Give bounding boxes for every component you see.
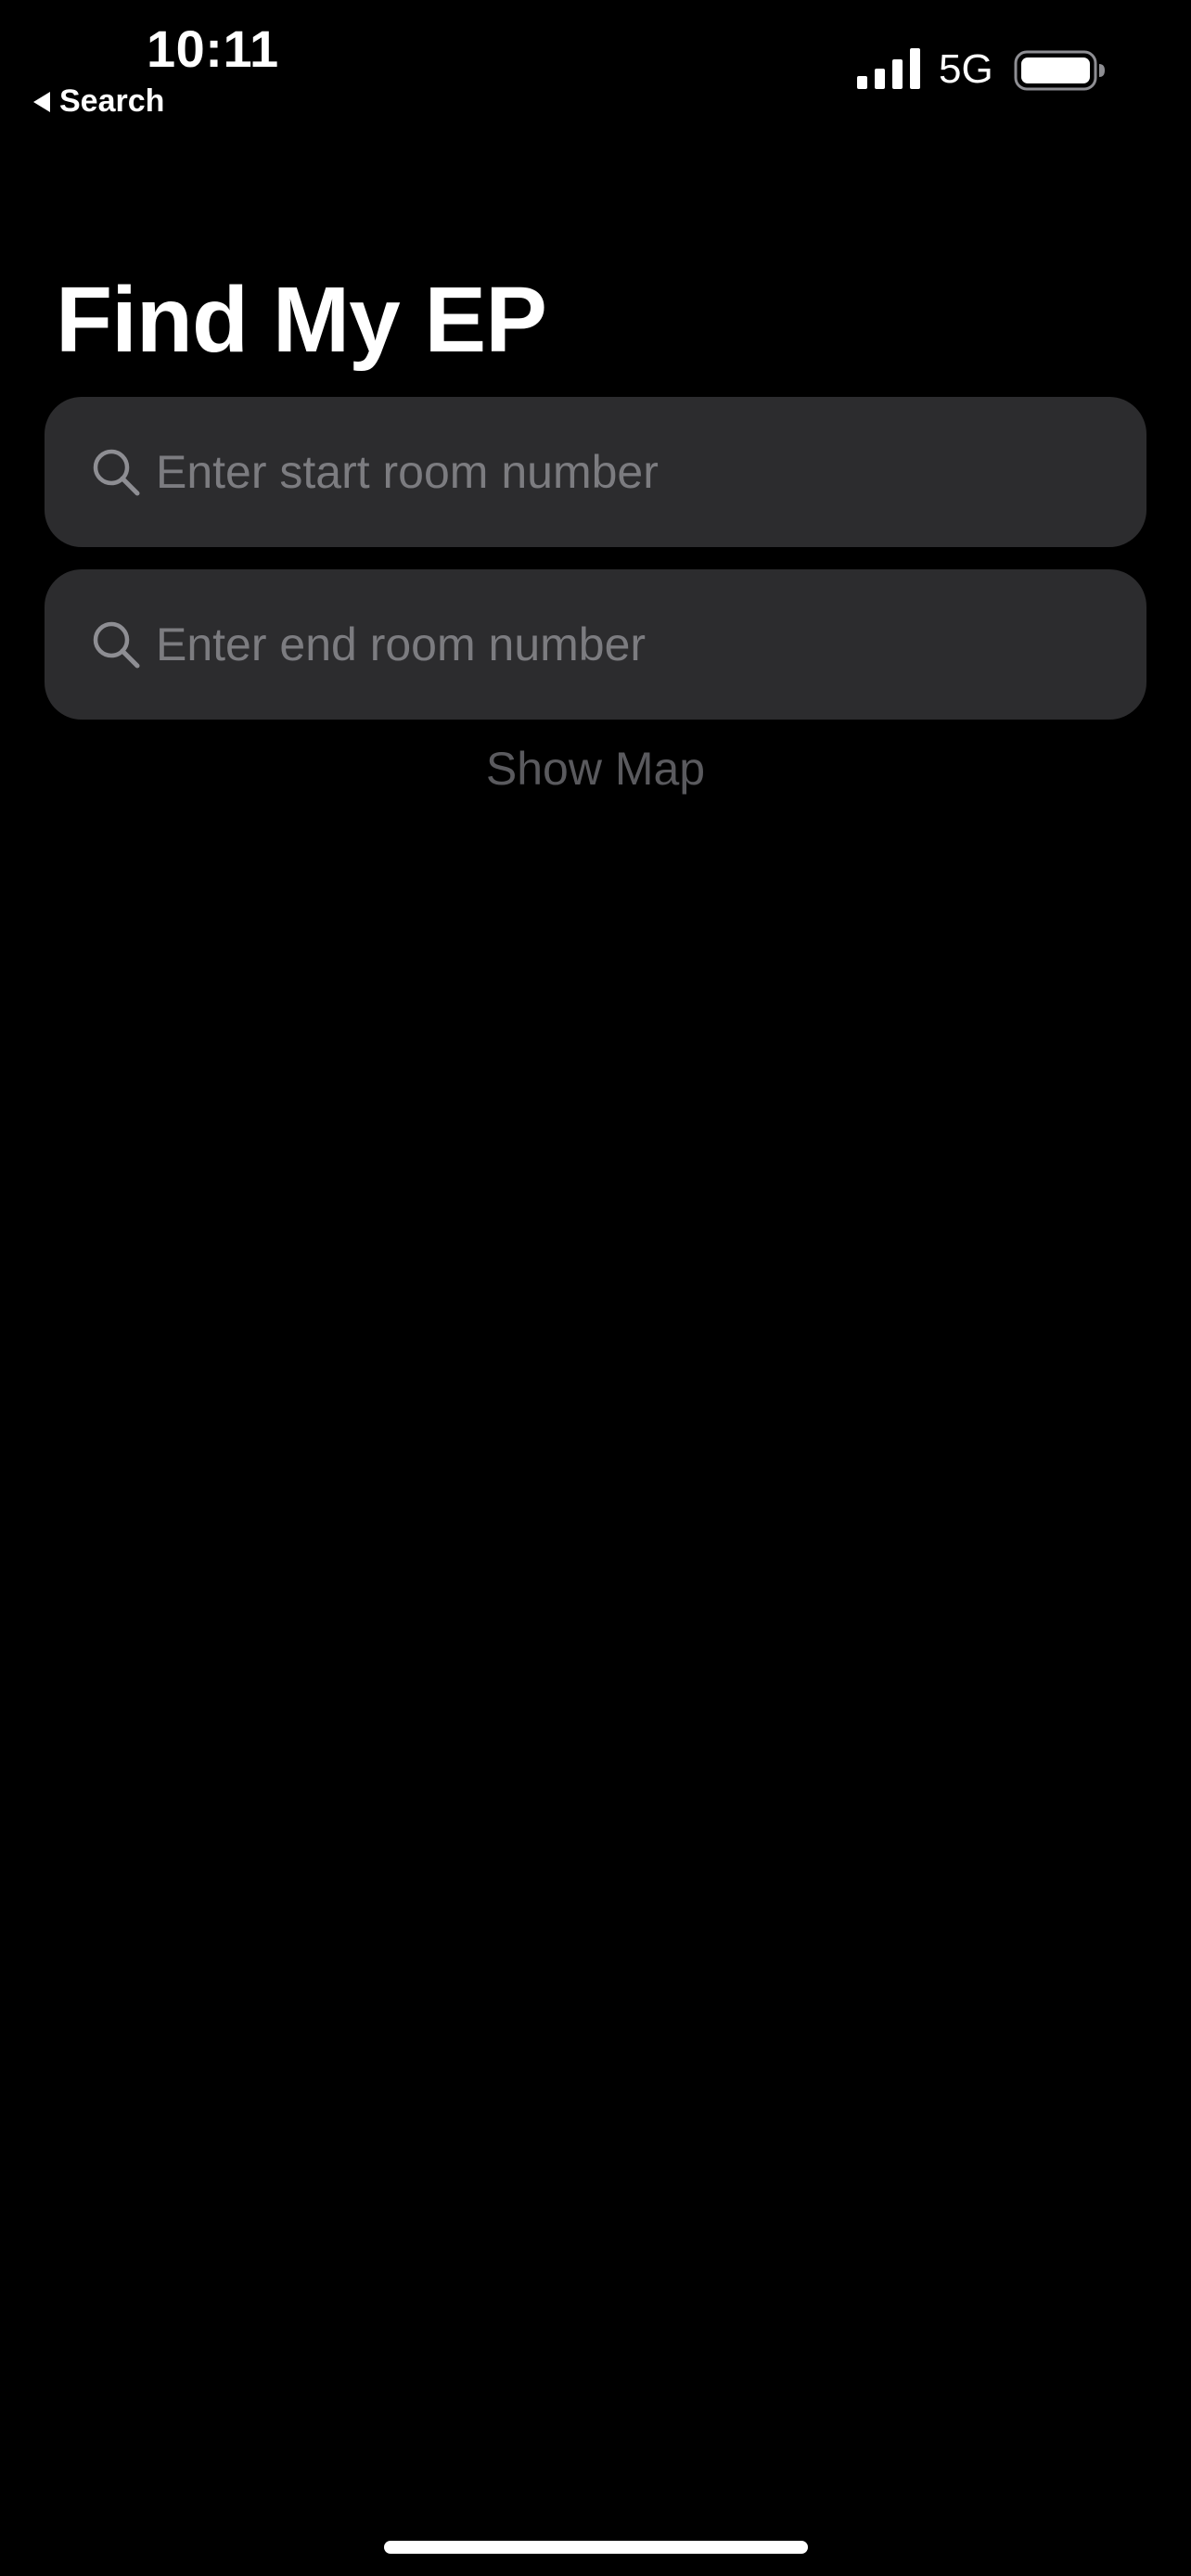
page-title: Find My EP [56,268,547,372]
search-icon [93,621,140,669]
back-to-search-link[interactable]: Search [33,83,164,120]
status-time: 10:11 [147,19,279,78]
end-room-search-field[interactable] [45,569,1146,720]
back-link-label: Search [59,83,165,119]
show-map-button[interactable]: Show Map [0,742,1191,796]
back-arrow-icon [33,91,50,112]
start-room-search-field[interactable] [45,397,1146,547]
end-room-input[interactable] [156,569,1109,720]
home-indicator[interactable] [384,2541,808,2554]
status-bar: 10:11 Search 5G [0,0,1191,139]
start-room-input[interactable] [156,397,1109,547]
network-type-label: 5G [939,46,993,92]
cellular-signal-icon [857,48,920,89]
battery-full-icon [1014,50,1105,91]
search-icon [93,449,140,496]
